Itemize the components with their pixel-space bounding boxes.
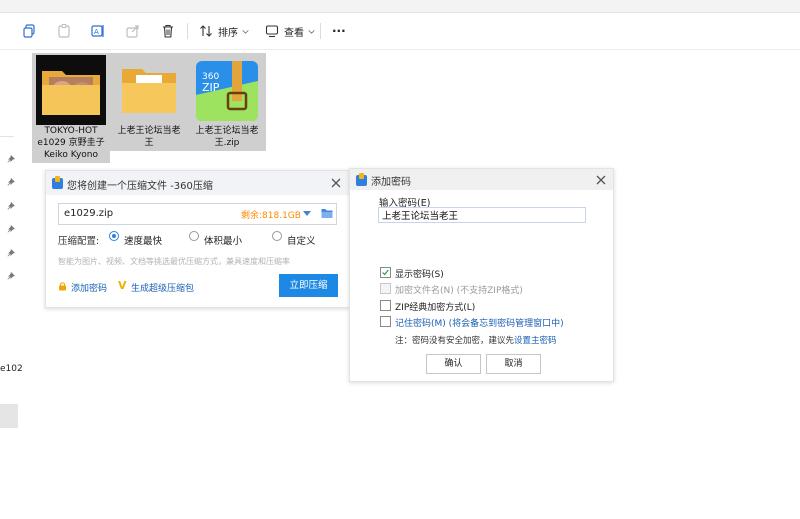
360zip-archive-icon: 360 ZIP bbox=[196, 61, 258, 121]
compress-config-label: 压缩配置: bbox=[58, 236, 100, 247]
explorer-toolbar: A 排序 查看 ··· bbox=[0, 13, 800, 50]
copy-button[interactable] bbox=[21, 20, 37, 42]
file-tile-zip-archive[interactable]: 360 ZIP 上老王论坛当老 王.zip bbox=[188, 53, 266, 151]
radio-custom[interactable] bbox=[272, 231, 282, 241]
radio-label-size[interactable]: 体积最小 bbox=[204, 233, 242, 247]
compress-now-button[interactable]: 立即压缩 bbox=[279, 274, 338, 297]
rename-button[interactable]: A bbox=[90, 20, 106, 42]
trash-icon bbox=[163, 24, 173, 38]
browse-folder-icon[interactable] bbox=[321, 208, 333, 219]
zip-badge-sub: ZIP bbox=[202, 81, 220, 94]
remember-password-label[interactable]: 记住密码(M) (将会备忘到密码管理窗口中) bbox=[395, 316, 564, 329]
encrypt-filename-label: 加密文件名(N) (不支持ZIP格式) bbox=[395, 286, 523, 296]
dropdown-arrow-icon[interactable] bbox=[303, 211, 311, 216]
nav-item-selected[interactable] bbox=[0, 404, 18, 428]
paste-button[interactable] bbox=[56, 20, 72, 42]
toolbar-separator bbox=[320, 23, 321, 39]
file-name: 上老王论坛当老 王.zip bbox=[195, 126, 259, 148]
add-password-link[interactable]: 添加密码 bbox=[71, 281, 107, 294]
folder-with-thumbnail-icon bbox=[36, 55, 106, 125]
delete-button[interactable] bbox=[160, 20, 176, 42]
compress-hint: 智能为图片、视频、文档等挑选最优压缩方式，兼具速度和压缩率 bbox=[58, 257, 290, 266]
view-label: 查看 bbox=[284, 27, 304, 39]
360zip-logo-icon bbox=[52, 176, 63, 189]
dialog-titlebar[interactable]: 添加密码 bbox=[350, 169, 613, 190]
sort-label: 排序 bbox=[218, 27, 238, 39]
lock-icon bbox=[59, 282, 66, 291]
pin-icon[interactable] bbox=[7, 249, 15, 257]
zip-classic-encryption-checkbox[interactable] bbox=[380, 300, 391, 311]
cancel-button[interactable]: 取消 bbox=[486, 354, 541, 374]
rename-icon: A bbox=[91, 25, 104, 37]
chevron-down-icon bbox=[308, 29, 315, 34]
more-options-button[interactable]: ··· bbox=[332, 20, 346, 42]
set-master-password-link[interactable]: 设置主密码 bbox=[514, 336, 557, 346]
chevron-down-icon bbox=[242, 29, 249, 34]
nav-item-truncated[interactable]: e102 bbox=[0, 364, 23, 374]
share-icon bbox=[126, 25, 139, 38]
add-password-dialog: 添加密码 输入密码(E) 显示密码(S) 加密文件名(N) (不支持ZIP格式)… bbox=[349, 168, 614, 382]
archive-name-value: e1029.zip bbox=[64, 208, 114, 219]
pin-icon[interactable] bbox=[7, 202, 15, 210]
close-icon[interactable] bbox=[330, 177, 342, 189]
password-input[interactable] bbox=[378, 207, 586, 223]
svg-text:A: A bbox=[94, 28, 99, 36]
checkmark-icon bbox=[382, 269, 389, 276]
pin-icon[interactable] bbox=[7, 178, 15, 186]
radio-label-speed[interactable]: 速度最快 bbox=[124, 233, 162, 247]
radio-speed-fastest[interactable] bbox=[109, 231, 119, 241]
close-icon[interactable] bbox=[595, 174, 607, 186]
file-tile-folder[interactable]: 上老王论坛当老 王 bbox=[110, 53, 188, 151]
sort-button[interactable]: 排序 bbox=[198, 20, 250, 42]
view-button[interactable]: 查看 bbox=[264, 20, 316, 42]
confirm-button[interactable]: 确认 bbox=[426, 354, 481, 374]
folder-icon bbox=[122, 69, 176, 113]
pin-icon[interactable] bbox=[7, 272, 15, 280]
archive-name-field[interactable]: e1029.zip 剩余:818.1GB bbox=[58, 203, 337, 225]
share-button[interactable] bbox=[125, 20, 141, 42]
nav-divider bbox=[0, 136, 14, 137]
dialog-title: 添加密码 bbox=[371, 177, 411, 188]
security-note: 注：密码没有安全加密，建议先设置主密码 bbox=[395, 334, 557, 346]
vip-icon: V bbox=[118, 279, 127, 292]
file-name: 上老王论坛当老 王 bbox=[117, 126, 181, 148]
dialog-title: 您将创建一个压缩文件 -360压缩 bbox=[67, 181, 213, 192]
note-text: 注：密码没有安全加密，建议先 bbox=[395, 336, 515, 346]
radio-size-smallest[interactable] bbox=[189, 231, 199, 241]
dialog-titlebar[interactable]: 您将创建一个压缩文件 -360压缩 bbox=[46, 171, 349, 195]
zip-classic-encryption-label[interactable]: ZIP经典加密方式(L) bbox=[395, 300, 475, 313]
copy-icon bbox=[23, 24, 35, 38]
pin-icon[interactable] bbox=[7, 225, 15, 233]
window-top-strip bbox=[0, 0, 800, 13]
sort-icon bbox=[200, 25, 212, 37]
view-icon bbox=[265, 25, 279, 38]
encrypt-filename-checkbox[interactable] bbox=[380, 283, 391, 294]
file-tile-tokyo-hot-folder[interactable]: TOKYO-HOT e1029 京野圭子 Keiko Kyono bbox=[32, 53, 110, 163]
pin-icon[interactable] bbox=[7, 155, 15, 163]
360zip-logo-icon bbox=[356, 173, 367, 186]
show-password-label[interactable]: 显示密码(S) bbox=[395, 267, 444, 280]
radio-label-custom[interactable]: 自定义 bbox=[287, 233, 316, 247]
super-compress-link[interactable]: 生成超级压缩包 bbox=[131, 281, 194, 294]
compress-dialog: 您将创建一个压缩文件 -360压缩 e1029.zip 剩余:818.1GB 压… bbox=[45, 170, 350, 308]
remember-password-checkbox[interactable] bbox=[380, 316, 391, 327]
navigation-pane bbox=[0, 50, 21, 519]
file-name: TOKYO-HOT e1029 京野圭子 Keiko Kyono bbox=[37, 126, 105, 160]
disk-remaining: 剩余:818.1GB bbox=[241, 211, 301, 221]
show-password-checkbox[interactable] bbox=[380, 267, 391, 278]
paste-icon bbox=[58, 24, 70, 38]
toolbar-separator bbox=[187, 23, 188, 39]
